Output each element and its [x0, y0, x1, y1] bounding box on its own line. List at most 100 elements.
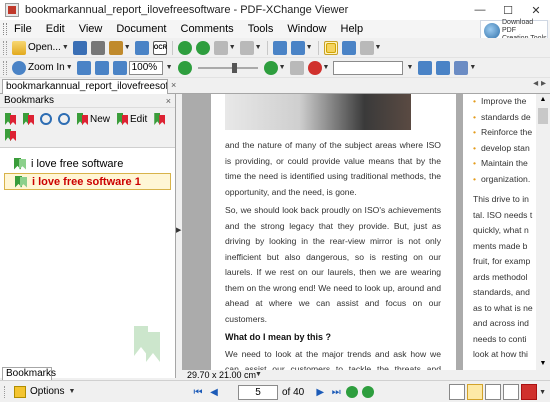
scroll-down-icon[interactable]: ▼ [536, 358, 550, 370]
open-button[interactable]: Open... ▼ [10, 39, 71, 57]
slider-thumb[interactable] [231, 62, 237, 73]
next-page-button[interactable]: ▶ [312, 384, 328, 400]
text-select-icon [341, 40, 356, 55]
redo-icon [239, 40, 254, 55]
find-next-icon [436, 60, 451, 75]
find-next-button[interactable] [434, 59, 452, 77]
minimize-button[interactable]: — [466, 0, 494, 20]
page-size-dropdown-icon[interactable]: ▼ [255, 370, 262, 380]
zoom-out-button[interactable] [176, 59, 194, 77]
snapshot-tool-button[interactable]: ▼ [358, 39, 384, 57]
menu-file[interactable]: File [7, 20, 39, 38]
page-layout-buttons: ▼ [447, 384, 546, 400]
menu-view[interactable]: View [72, 20, 110, 38]
zoom-slider[interactable] [197, 61, 258, 75]
document-view[interactable]: and the nature of many of the subject ar… [182, 94, 550, 370]
vertical-scrollbar[interactable]: ▲ ▼ [536, 94, 550, 370]
continuous-facing-view-button[interactable] [503, 384, 520, 400]
hand-tool-button[interactable] [322, 39, 340, 57]
delete-bookmark-button[interactable] [2, 127, 18, 143]
link-button[interactable] [288, 59, 306, 77]
toolbar-grip[interactable] [3, 40, 7, 55]
zoom-out-bookmark-button[interactable] [56, 111, 72, 127]
new-bookmark-button[interactable]: New [74, 111, 112, 127]
menu-document[interactable]: Document [109, 20, 173, 38]
chevron-down-icon: ▼ [278, 64, 286, 71]
expand-all-button[interactable] [2, 111, 18, 127]
bookmark-properties-button[interactable] [151, 111, 167, 127]
scroll-thumb[interactable] [538, 108, 548, 124]
first-page-button[interactable]: ⏮ [190, 384, 206, 400]
zoom-in-button[interactable]: Zoom In ▼ [10, 59, 75, 77]
menu-edit[interactable]: Edit [39, 20, 72, 38]
globe-download-icon [484, 23, 500, 39]
snapshot-button[interactable] [271, 39, 289, 57]
bookmark-item-selected[interactable]: i love free software 1 [4, 173, 171, 190]
find-input[interactable] [333, 60, 404, 75]
find-dropdown-icon[interactable]: ▼ [406, 64, 413, 71]
edit-bookmark-button[interactable]: Edit [114, 111, 149, 127]
page-paragraph: So, we should look back proudly on ISO's… [225, 205, 441, 324]
toolbar-grip[interactable] [3, 60, 7, 75]
find-button[interactable] [416, 59, 434, 77]
email-button[interactable] [133, 39, 151, 57]
menu-tools[interactable]: Tools [241, 20, 281, 38]
single-page-view-button[interactable] [449, 384, 466, 400]
collapse-all-button[interactable] [20, 111, 36, 127]
tools-menu-button[interactable]: ▼ [452, 59, 478, 77]
document-tab[interactable]: bookmarkannual_report_ilovefreesoftware [2, 79, 168, 95]
pdf-export-button[interactable] [521, 384, 538, 400]
open-label: Open... [28, 42, 61, 53]
save-button[interactable] [71, 39, 89, 57]
page-size-text: 29.70 x 21.00 cm [187, 370, 257, 380]
plus-icon [263, 60, 278, 75]
chevron-down-icon[interactable]: ▼ [539, 389, 546, 396]
close-button[interactable]: ✕ [522, 0, 550, 20]
previous-page-button[interactable]: ◀ [206, 384, 222, 400]
bottom-grip[interactable] [4, 385, 8, 398]
forward-view-button[interactable] [360, 384, 376, 400]
menu-comments[interactable]: Comments [174, 20, 241, 38]
panel-close-icon[interactable]: × [166, 94, 171, 108]
back-view-button[interactable] [344, 384, 360, 400]
tab-close-icon[interactable]: × [171, 80, 176, 90]
continuous-view-button[interactable] [467, 384, 484, 400]
facing-view-button[interactable] [485, 384, 502, 400]
fit-width-button[interactable] [111, 59, 129, 77]
slider-track [197, 66, 258, 69]
menu-window[interactable]: Window [280, 20, 333, 38]
tab-scroll-arrows[interactable]: ◂ ▸ [533, 78, 546, 89]
separator [317, 40, 319, 55]
bookmarks-panel-tab[interactable]: Bookmarks [2, 367, 56, 381]
bookmarks-toolbar: New Edit [0, 108, 175, 148]
undo-button[interactable]: ▼ [212, 39, 238, 57]
bookmark-icon [14, 158, 27, 170]
collapse-panel-icon[interactable]: ▶ [176, 226, 181, 234]
chevron-down-icon: ▼ [123, 44, 131, 51]
scan-button[interactable]: ▼ [107, 39, 133, 57]
menu-help[interactable]: Help [334, 20, 371, 38]
ocr-icon: OCR [152, 40, 167, 55]
scroll-up-icon[interactable]: ▲ [536, 94, 550, 106]
page-number-input[interactable]: 5 [238, 384, 278, 400]
actual-size-button[interactable] [75, 59, 93, 77]
maximize-button[interactable]: ☐ [494, 0, 522, 20]
back-button[interactable] [176, 39, 194, 57]
zoom-dropdown-icon[interactable]: ▼ [166, 64, 173, 71]
spellcheck-button[interactable]: ▼ [306, 59, 332, 77]
print-button[interactable] [89, 39, 107, 57]
zoom-plus-button[interactable]: ▼ [262, 59, 288, 77]
options-button[interactable]: Options ▼ [14, 385, 75, 398]
rotate-button[interactable]: ▼ [289, 39, 315, 57]
zoom-level-input[interactable]: 100% [128, 60, 163, 75]
pdf-page-left: and the nature of many of the subject ar… [211, 94, 456, 370]
bookmark-item[interactable]: i love free software [4, 155, 171, 172]
fit-page-button[interactable] [93, 59, 111, 77]
zoom-in-bookmark-button[interactable] [38, 111, 54, 127]
camera-icon [359, 40, 374, 55]
forward-button[interactable] [194, 39, 212, 57]
ocr-button[interactable]: OCR [151, 39, 169, 57]
redo-button[interactable]: ▼ [238, 39, 264, 57]
select-text-button[interactable] [340, 39, 358, 57]
last-page-button[interactable]: ⏭ [328, 384, 344, 400]
